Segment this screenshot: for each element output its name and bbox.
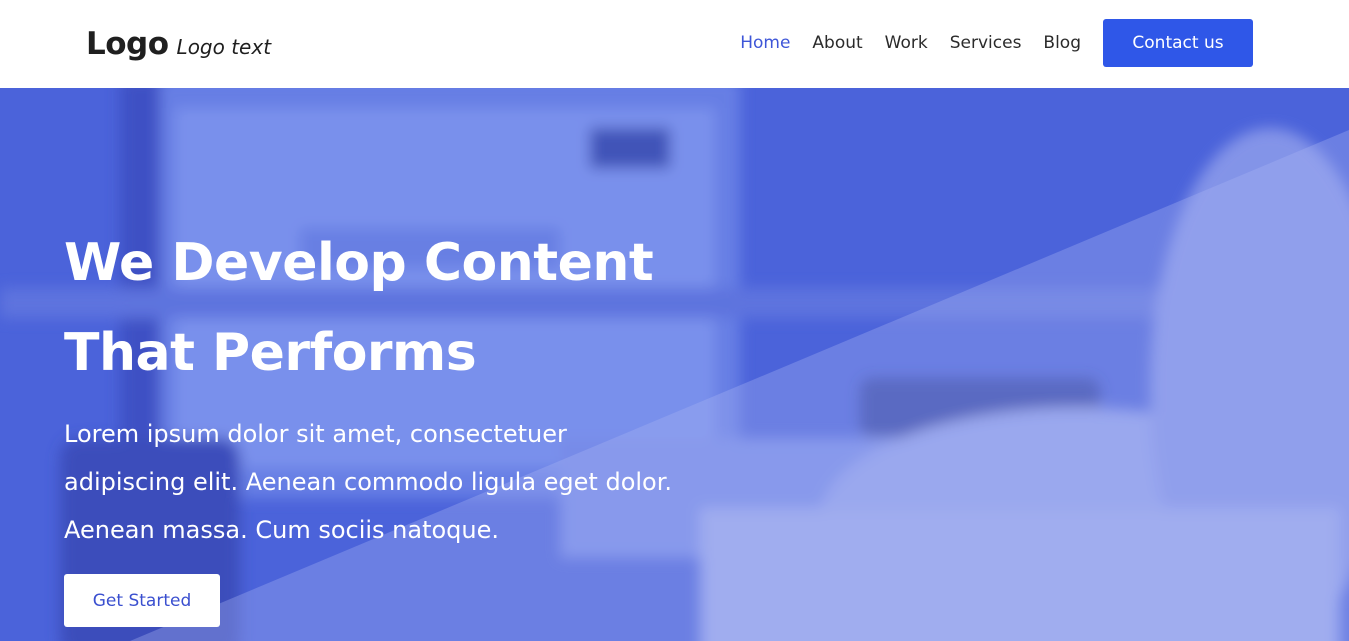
hero-title: We Develop Content That Performs <box>64 218 704 398</box>
nav-item-services[interactable]: Services <box>950 33 1022 53</box>
logo-mark: Logo <box>86 26 169 62</box>
logo-tagline: Logo text <box>176 35 272 59</box>
hero-section: We Develop Content That Performs Lorem i… <box>0 88 1349 641</box>
hero-title-line-2: That Performs <box>64 323 477 383</box>
hero-description: Lorem ipsum dolor sit amet, consectetuer… <box>64 420 673 544</box>
site-header: Logo Logo text Home About Work Services … <box>0 0 1349 88</box>
get-started-button[interactable]: Get Started <box>64 574 220 627</box>
hero-content: We Develop Content That Performs Lorem i… <box>64 218 704 627</box>
nav-item-blog[interactable]: Blog <box>1043 33 1081 53</box>
logo[interactable]: Logo Logo text <box>86 26 271 62</box>
contact-us-button[interactable]: Contact us <box>1103 19 1253 67</box>
nav-item-home[interactable]: Home <box>740 33 790 53</box>
hero-title-line-1: We Develop Content <box>64 233 654 293</box>
nav-item-work[interactable]: Work <box>885 33 928 53</box>
main-nav: Home About Work Services Blog Contact us <box>740 0 1253 88</box>
nav-item-about[interactable]: About <box>812 33 862 53</box>
